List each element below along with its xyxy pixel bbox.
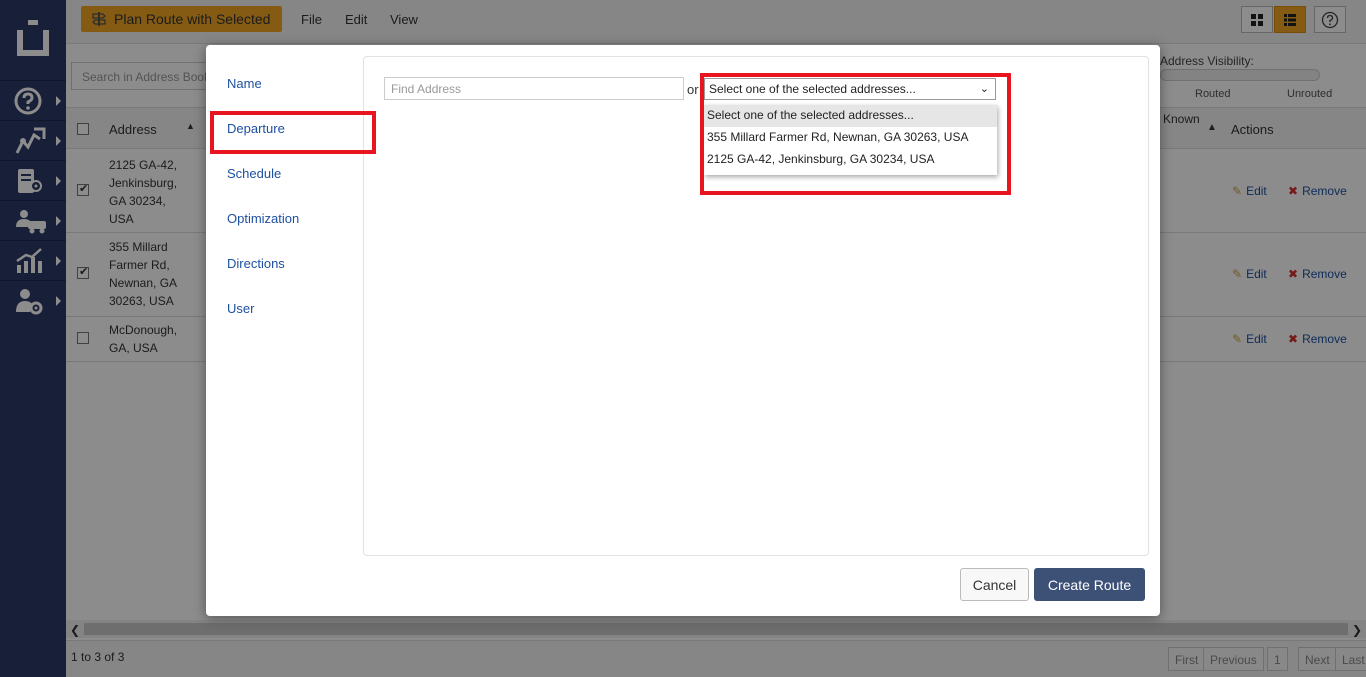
cancel-button[interactable]: Cancel	[960, 568, 1029, 601]
highlight-address-dropdown	[700, 73, 1011, 195]
tab-user[interactable]: User	[227, 301, 254, 316]
or-label: or	[687, 82, 699, 97]
highlight-departure-tab	[210, 111, 376, 154]
tab-name[interactable]: Name	[227, 76, 262, 91]
tab-directions[interactable]: Directions	[227, 256, 285, 271]
create-route-button[interactable]: Create Route	[1034, 568, 1145, 601]
tab-optimization[interactable]: Optimization	[227, 211, 299, 226]
tab-schedule[interactable]: Schedule	[227, 166, 281, 181]
find-address-input[interactable]: Find Address	[384, 77, 684, 100]
